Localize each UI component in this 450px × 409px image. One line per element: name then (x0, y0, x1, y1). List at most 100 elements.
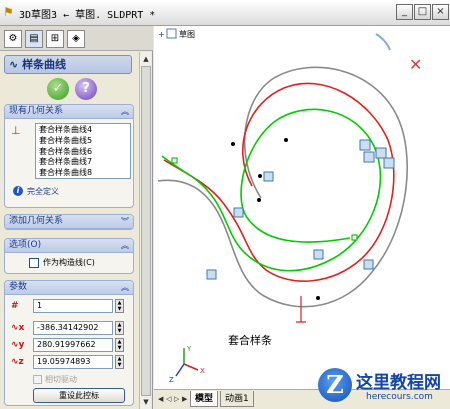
confirmation-corner[interactable]: ✕ (375, 33, 422, 74)
relation-icon[interactable] (263, 171, 274, 182)
chevron-up-icon[interactable]: ︽ (121, 105, 129, 118)
y-axis-label: Y (186, 345, 192, 353)
x-axis-label: X (200, 367, 205, 375)
page-title: 样条曲线 (22, 58, 67, 71)
spline-green[interactable] (161, 108, 382, 272)
spline-point-icon: # (11, 301, 19, 311)
relation-icon: ⊥ (11, 124, 21, 137)
minimize-button[interactable]: _ (396, 4, 413, 20)
spline-point[interactable] (284, 138, 288, 142)
property-manager-panel: ⚙ ▤ ⊞ ◈ ∿ 样条曲线 ✓ ? 现有几何关系 ︽ ⊥ 套合样条曲线4 套合… (0, 26, 153, 409)
next-tab-icon[interactable]: ▷ (174, 393, 182, 405)
existing-relations-group: 现有几何关系 ︽ ⊥ 套合样条曲线4 套合样条曲线5 套合样条曲线6 套合样条曲… (4, 104, 134, 208)
relations-list[interactable]: 套合样条曲线4 套合样条曲线5 套合样条曲线6 套合样条曲线7 套合样条曲线8 (35, 123, 131, 179)
first-tab-icon[interactable]: ◀ (158, 393, 166, 405)
relation-icon[interactable] (375, 147, 387, 159)
dimxpert-icon[interactable]: ◈ (67, 30, 85, 48)
manager-tabs: ⚙ ▤ ⊞ ◈ (0, 26, 153, 51)
configuration-manager-icon[interactable]: ⊞ (46, 30, 64, 48)
list-item[interactable]: 套合样条曲线4 (39, 125, 127, 136)
relation-icon[interactable] (206, 269, 217, 280)
watermark-url: herecours.com (366, 392, 433, 402)
ok-button[interactable]: ✓ (47, 78, 69, 100)
construction-label: 作为构造线(C) (43, 258, 95, 267)
group-title: 选项(O) (9, 240, 42, 250)
group-header[interactable]: 添加几何关系 ︾ (5, 215, 133, 229)
spline-endpoint[interactable] (171, 157, 178, 164)
expand-icon[interactable]: + (158, 30, 165, 39)
spin-stepper[interactable]: ▲ ▼ (115, 355, 124, 369)
reference-triad: Y X Z (169, 345, 205, 384)
relation-icon[interactable] (233, 207, 244, 218)
construction-checkbox[interactable] (29, 258, 39, 268)
spin-stepper[interactable]: ▲ ▼ (115, 338, 124, 352)
chevron-down-icon[interactable]: ︾ (121, 215, 129, 228)
spline-icon: ∿ (9, 58, 19, 71)
close-button[interactable]: × (432, 4, 449, 20)
z-axis-line (175, 363, 185, 377)
list-item[interactable]: 套合样条曲线5 (39, 136, 127, 147)
relation-icon[interactable] (363, 151, 375, 163)
property-manager-icon[interactable]: ▤ (25, 30, 43, 48)
group-header[interactable]: 现有几何关系 ︽ (5, 105, 133, 119)
relation-icon[interactable] (383, 157, 395, 169)
chevron-up-icon[interactable]: ︽ (121, 281, 129, 294)
scrollbar-thumb[interactable] (141, 66, 151, 396)
scroll-down-icon[interactable]: ▼ (141, 396, 151, 408)
property-manager-header: ∿ 样条曲线 (4, 55, 132, 74)
spin-stepper[interactable]: ▲ ▼ (115, 299, 124, 313)
help-button[interactable]: ? (75, 78, 97, 100)
add-relations-group: 添加几何关系 ︾ (4, 214, 134, 230)
prev-tab-icon[interactable]: ◁ (166, 393, 174, 405)
panel-scrollbar[interactable]: ▲ ▼ (139, 52, 151, 409)
spline-endpoint[interactable] (351, 234, 358, 241)
relation-icon[interactable] (313, 249, 324, 260)
scroll-up-icon[interactable]: ▲ (141, 53, 151, 65)
list-item[interactable]: 套合样条曲线8 (39, 168, 127, 179)
spline-point[interactable] (231, 142, 235, 146)
tangent-driving-checkbox[interactable] (33, 375, 42, 384)
group-header[interactable]: 参数 ︽ (5, 281, 133, 295)
point-number-field[interactable]: 1 (33, 299, 113, 313)
x-axis-line (183, 363, 199, 371)
sketch-doc-icon: ⚑ (3, 5, 14, 19)
status-text: 完全定义 (27, 187, 59, 196)
x-coordinate-icon: ∿x (11, 323, 25, 333)
maximize-button[interactable]: □ (414, 4, 431, 20)
watermark-title: 这里教程网 (356, 373, 441, 393)
list-item[interactable]: 套合样条曲线7 (39, 157, 127, 168)
info-icon: i (13, 186, 23, 196)
exit-sketch-icon[interactable] (375, 33, 391, 51)
spline-point[interactable] (258, 174, 262, 178)
spline-point[interactable] (316, 296, 320, 300)
tab-model[interactable]: 模型 (190, 391, 219, 407)
reset-handle-button[interactable]: 重设此控标 (33, 388, 125, 403)
spline-handle[interactable] (296, 296, 306, 323)
y-coordinate-icon: ∿y (11, 340, 25, 350)
param-row-point: # 1 ▲ ▼ (11, 299, 131, 313)
tree-item-sketch[interactable]: + 草图 (158, 28, 195, 39)
last-tab-icon[interactable]: ▶ (182, 393, 190, 405)
tab-animation[interactable]: 动画1 (220, 391, 254, 407)
spin-stepper[interactable]: ▲ ▼ (115, 321, 124, 335)
graphics-area[interactable]: + 草图 ✕ 套合样条 Y X Z (154, 26, 450, 389)
z-coordinate-icon: ∿z (11, 357, 24, 367)
options-group: 选项(O) ︽ 作为构造线(C) (4, 238, 134, 274)
cancel-icon[interactable]: ✕ (409, 55, 422, 74)
relation-icon[interactable] (359, 139, 371, 151)
x-coordinate-field[interactable]: -386.34142902 (33, 321, 113, 335)
spline-point[interactable] (257, 198, 261, 202)
window-titlebar: ⚑ 3D草图3 ← 草图. SLDPRT * _ □ × (0, 0, 450, 26)
y-coordinate-field[interactable]: 280.91997662 (33, 338, 113, 352)
window-title: 3D草图3 ← 草图. SLDPRT * (19, 10, 156, 21)
list-item[interactable]: 套合样条曲线6 (39, 147, 127, 158)
z-coordinate-field[interactable]: 19.05974893 (33, 355, 113, 369)
chevron-up-icon[interactable]: ︽ (121, 239, 129, 252)
group-header[interactable]: 选项(O) ︽ (5, 239, 133, 253)
relation-icon[interactable] (363, 259, 374, 270)
sketch-canvas[interactable]: + 草图 ✕ 套合样条 Y X Z (154, 26, 450, 389)
feature-manager-icon[interactable]: ⚙ (4, 30, 22, 48)
watermark: Z 这里教程网 herecours.com (318, 366, 448, 407)
param-row-x: ∿x -386.34142902 ▲ ▼ (11, 321, 131, 335)
tangent-driving-label: 相切驱动 (45, 375, 77, 384)
